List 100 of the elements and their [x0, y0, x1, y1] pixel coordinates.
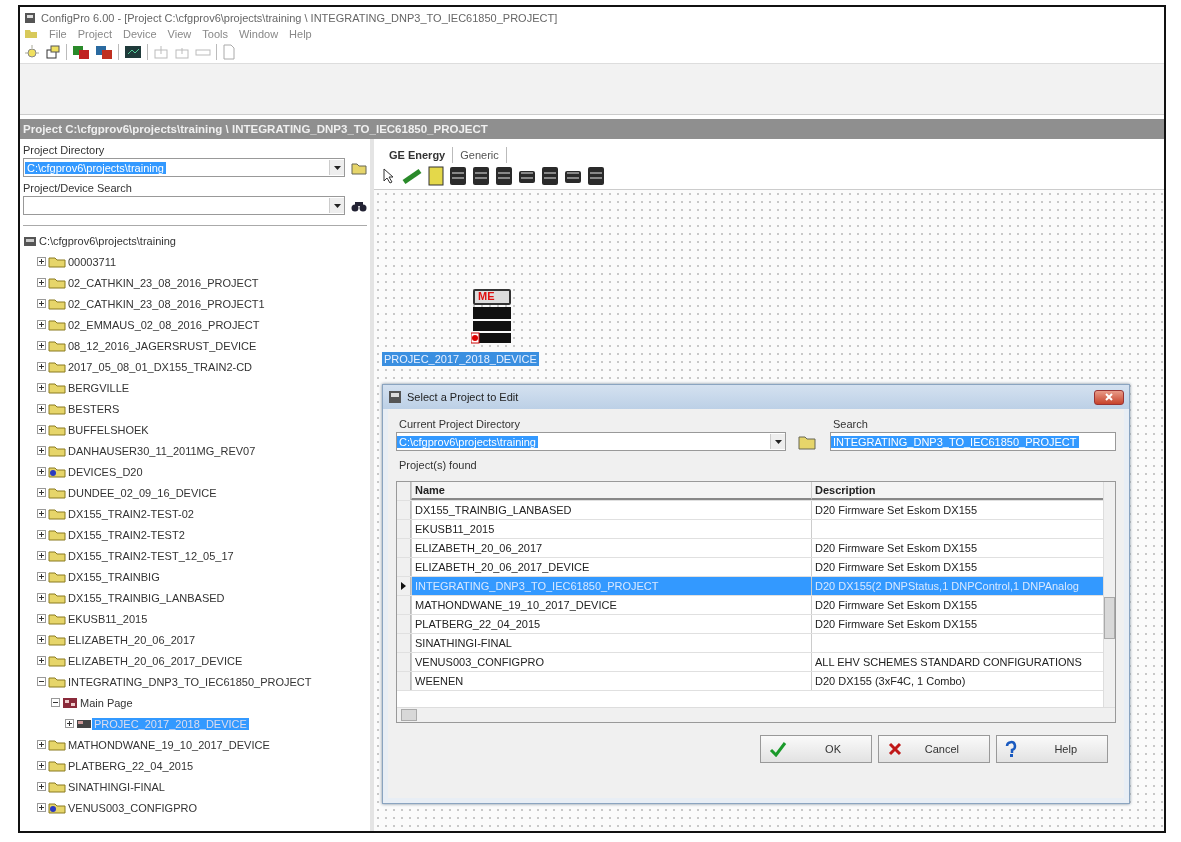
expand-toggle-icon[interactable] — [37, 425, 46, 434]
device-icon[interactable] — [472, 166, 490, 186]
tree-item[interactable]: MATHONDWANE_19_10_2017_DEVICE — [66, 738, 272, 751]
tree-item[interactable]: DX155_TRAIN2-TEST_12_05_17 — [66, 549, 236, 562]
tree-item[interactable]: VENUS003_CONFIGPRO — [66, 801, 199, 814]
expand-toggle-icon[interactable] — [37, 740, 46, 749]
tree-item[interactable]: DX155_TRAIN2-TEST2 — [66, 528, 187, 541]
expand-toggle-icon[interactable] — [37, 299, 46, 308]
menu-item[interactable]: Project — [77, 27, 112, 40]
wire-icon[interactable] — [401, 167, 423, 185]
tree-item[interactable]: DX155_TRAINBIG — [66, 570, 162, 583]
table-cell[interactable]: ELIZABETH_20_06_2017 — [411, 539, 811, 557]
tree-item[interactable]: DANHAUSER30_11_2011MG_REV07 — [66, 444, 258, 457]
expand-toggle-icon[interactable] — [37, 761, 46, 770]
tree-item[interactable]: EKUSB11_2015 — [66, 612, 150, 625]
expand-toggle-icon[interactable] — [37, 509, 46, 518]
table-cell[interactable]: VENUS003_CONFIGPRO — [411, 653, 811, 671]
menu-item[interactable]: File — [49, 27, 67, 40]
row-header[interactable] — [397, 577, 411, 595]
column-header[interactable]: Description — [811, 482, 1103, 500]
dialog-button[interactable]: Cancel — [878, 735, 990, 763]
folder-icon — [48, 780, 66, 793]
tree-item[interactable]: BERGVILLE — [66, 381, 132, 394]
dialog-button[interactable]: Help — [996, 735, 1108, 763]
tree-item[interactable]: DEVICES_D20 — [66, 465, 145, 478]
tree-item[interactable]: DX155_TRAINBIG_LANBASED — [66, 591, 227, 604]
pointer-icon[interactable] — [382, 168, 396, 184]
monitor-icon[interactable] — [124, 44, 142, 60]
expand-toggle-icon[interactable] — [37, 488, 46, 497]
tree-item[interactable]: ELIZABETH_20_06_2017_DEVICE — [66, 654, 245, 667]
open-project-icon[interactable] — [45, 44, 61, 60]
column-header[interactable]: Name — [411, 482, 811, 500]
menu-item[interactable]: Tools — [202, 27, 228, 40]
table-cell[interactable]: EKUSB11_2015 — [411, 520, 811, 538]
tab[interactable]: GE Energy — [382, 147, 454, 163]
tree-item[interactable]: 2017_05_08_01_DX155_TRAIN2-CD — [66, 360, 255, 373]
expand-toggle-icon[interactable] — [37, 446, 46, 455]
dialog-button[interactable]: OK — [760, 735, 872, 763]
vertical-scrollbar[interactable] — [1103, 482, 1115, 707]
tab[interactable]: Generic — [453, 147, 507, 163]
expand-toggle-icon[interactable] — [37, 572, 46, 581]
close-button[interactable] — [1094, 389, 1124, 405]
search-dropdown[interactable] — [23, 196, 345, 215]
table-cell[interactable]: MATHONDWANE_19_10_2017_DEVICE — [411, 596, 811, 614]
scroll-thumb[interactable] — [1104, 597, 1115, 639]
expand-toggle-icon[interactable] — [37, 383, 46, 392]
table-cell[interactable]: WEENEN — [411, 672, 811, 690]
expand-toggle-icon[interactable] — [37, 530, 46, 539]
table-cell[interactable]: DX155_TRAINBIG_LANBASED — [411, 501, 811, 519]
device-node-icon[interactable] — [471, 289, 511, 345]
tree-item[interactable]: DX155_TRAIN2-TEST-02 — [66, 507, 196, 520]
table-cell[interactable]: PLATBERG_22_04_2015 — [411, 615, 811, 633]
folder-icon — [48, 465, 66, 478]
folder-icon[interactable] — [351, 160, 367, 175]
device-icon[interactable] — [449, 166, 467, 186]
expand-toggle-icon[interactable] — [37, 257, 46, 266]
menu-item[interactable]: Window — [238, 27, 279, 40]
tree-item[interactable]: 00003711 — [66, 255, 119, 268]
tree-item[interactable]: Main Page — [78, 696, 135, 709]
table-cell[interactable]: SINATHINGI-FINAL — [411, 634, 811, 652]
tree-item[interactable]: ELIZABETH_20_06_2017 — [66, 633, 198, 646]
expand-toggle-icon[interactable] — [37, 551, 46, 560]
tree-item[interactable]: PLATBERG_22_04_2015 — [66, 759, 196, 772]
expand-toggle-icon[interactable] — [37, 635, 46, 644]
expand-toggle-icon[interactable] — [37, 362, 46, 371]
horizontal-scrollbar[interactable] — [397, 707, 1115, 722]
menu-item[interactable]: Help — [289, 27, 312, 40]
expand-toggle-icon[interactable] — [37, 341, 46, 350]
expand-toggle-icon[interactable] — [37, 803, 46, 812]
expand-toggle-icon[interactable] — [37, 593, 46, 602]
device-icon[interactable] — [541, 166, 559, 186]
expand-toggle-icon[interactable] — [37, 404, 46, 413]
new-project-icon[interactable] — [24, 44, 40, 60]
tree-item[interactable]: DUNDEE_02_09_16_DEVICE — [66, 486, 219, 499]
device-icon[interactable] — [587, 166, 605, 186]
expand-toggle-icon[interactable] — [37, 320, 46, 329]
expand-toggle-icon[interactable] — [37, 467, 46, 476]
expand-toggle-icon[interactable] — [37, 278, 46, 287]
table-cell[interactable]: ELIZABETH_20_06_2017_DEVICE — [411, 558, 811, 576]
device-icon[interactable] — [495, 166, 513, 186]
expand-toggle-icon[interactable] — [37, 677, 46, 686]
expand-toggle-icon[interactable] — [37, 656, 46, 665]
menu-item[interactable]: View — [167, 27, 192, 40]
tree-item[interactable]: 08_12_2016_JAGERSRUST_DEVICE — [66, 339, 259, 352]
tree-item[interactable]: SINATHINGI-FINAL — [66, 780, 167, 793]
expand-toggle-icon[interactable] — [51, 698, 60, 707]
expand-toggle-icon[interactable] — [37, 782, 46, 791]
tree-item[interactable]: 02_CATHKIN_23_08_2016_PROJECT — [66, 276, 261, 289]
menu-item[interactable]: Device — [123, 27, 157, 40]
module-icon[interactable] — [428, 166, 444, 186]
expand-toggle-icon[interactable] — [37, 614, 46, 623]
device-icon[interactable] — [72, 44, 90, 60]
tree-item[interactable]: BESTERS — [66, 402, 122, 415]
tree-item[interactable]: INTEGRATING_DNP3_TO_IEC61850_PROJECT — [66, 675, 314, 688]
expand-toggle-icon[interactable] — [65, 719, 74, 728]
scroll-thumb[interactable] — [401, 709, 417, 721]
tree-item[interactable]: BUFFELSHOEK — [66, 423, 151, 436]
tree-item[interactable]: C:\cfgprov6\projects\training — [37, 234, 178, 247]
tree-item[interactable]: 02_EMMAUS_02_08_2016_PROJECT — [66, 318, 262, 331]
tree-item[interactable]: 02_CATHKIN_23_08_2016_PROJECT1 — [66, 297, 267, 310]
